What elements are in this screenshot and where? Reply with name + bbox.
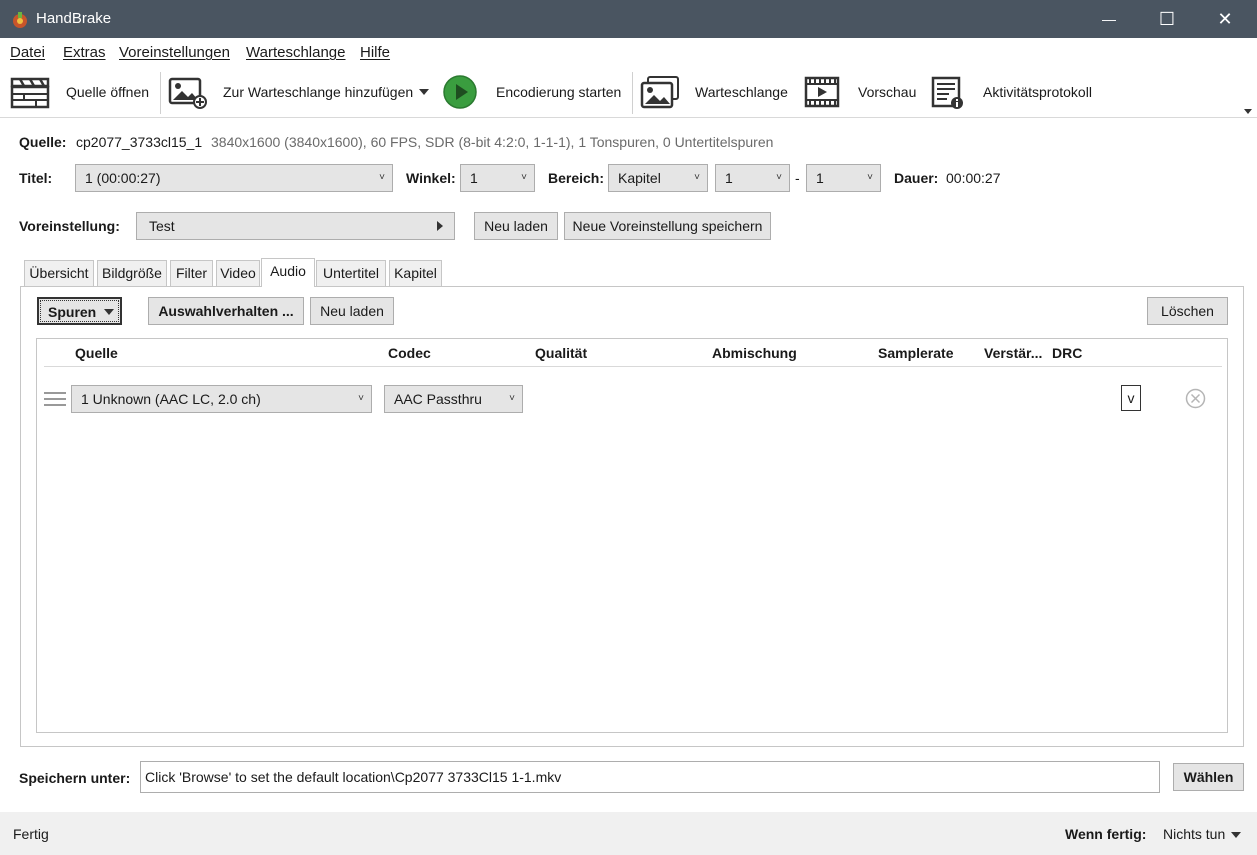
toolbar-separator xyxy=(160,72,161,114)
source-label: Quelle: xyxy=(19,134,67,150)
tab-overview[interactable]: Übersicht xyxy=(24,260,94,286)
browse-button[interactable]: Wählen xyxy=(1173,763,1244,791)
menu-datei[interactable]: Datei xyxy=(10,44,45,61)
track-source-value: 1 Unknown (AAC LC, 2.0 ch) xyxy=(81,391,261,407)
header-divider xyxy=(44,366,1222,367)
title-bar xyxy=(0,0,1257,38)
preset-select[interactable]: Test xyxy=(136,212,455,240)
track-codec-value: AAC Passthru xyxy=(394,391,482,407)
column-header-codec: Codec xyxy=(388,345,431,361)
clapperboard-icon[interactable] xyxy=(10,75,50,109)
close-icon: ✕ xyxy=(1217,8,1233,29)
when-done-select[interactable]: Nichts tun xyxy=(1163,826,1242,842)
column-header-samplerate: Samplerate xyxy=(878,345,954,361)
tracks-dropdown-button[interactable]: Spuren xyxy=(37,297,122,325)
tab-subtitles[interactable]: Untertitel xyxy=(316,260,386,286)
column-header-drc: DRC xyxy=(1052,345,1083,361)
tracks-label: Spuren xyxy=(48,304,97,320)
track-codec-select[interactable]: AAC Passthru ˅ xyxy=(384,385,523,413)
column-header-mixdown: Abmischung xyxy=(712,345,797,361)
menu-extras[interactable]: Extras xyxy=(63,44,106,61)
maximize-icon: ☐ xyxy=(1158,8,1176,29)
preset-value: Test xyxy=(149,218,175,234)
activity-log-button[interactable]: Aktivitätsprotokoll xyxy=(983,84,1092,100)
range-start-value: 1 xyxy=(725,170,733,186)
minimize-button[interactable]: — xyxy=(1080,0,1138,38)
maximize-button[interactable]: ☐ xyxy=(1138,0,1196,38)
track-extra-field[interactable]: v xyxy=(1121,385,1141,411)
angle-select[interactable]: 1 ˅ xyxy=(460,164,535,192)
menu-hilfe[interactable]: Hilfe xyxy=(360,44,390,61)
preview-button[interactable]: Vorschau xyxy=(858,84,916,100)
chevron-down-icon: ˅ xyxy=(776,172,782,183)
angle-label: Winkel: xyxy=(406,170,456,186)
window-title: HandBrake xyxy=(36,10,112,27)
range-end-select[interactable]: 1 ˅ xyxy=(806,164,881,192)
column-header-source: Quelle xyxy=(75,345,118,361)
column-header-quality: Qualität xyxy=(535,345,588,361)
open-source-button[interactable]: Quelle öffnen xyxy=(66,84,149,100)
range-type-select[interactable]: Kapitel ˅ xyxy=(608,164,708,192)
menu-voreinstellungen[interactable]: Voreinstellungen xyxy=(119,44,230,61)
add-to-queue-button[interactable]: Zur Warteschlange hinzufügen xyxy=(223,84,413,100)
tab-video[interactable]: Video xyxy=(216,260,260,286)
handbrake-logo-icon xyxy=(13,12,27,28)
save-to-label: Speichern unter: xyxy=(19,770,131,786)
source-info: 3840x1600 (3840x1600), 60 FPS, SDR (8-bi… xyxy=(211,134,774,150)
selection-behavior-button[interactable]: Auswahlverhalten ... xyxy=(148,297,304,325)
chevron-down-icon: ˅ xyxy=(521,172,527,183)
remove-track-icon[interactable] xyxy=(1185,388,1206,409)
chevron-right-icon xyxy=(437,221,443,231)
chevron-down-icon: ˅ xyxy=(509,393,515,404)
source-name: cp2077_3733cl15_1 xyxy=(76,134,203,150)
when-done-label: Wenn fertig: xyxy=(1065,826,1147,842)
range-start-select[interactable]: 1 ˅ xyxy=(715,164,790,192)
tab-picture[interactable]: Bildgröße xyxy=(97,260,167,286)
activity-log-icon[interactable] xyxy=(930,75,966,111)
title-select-value: 1 (00:00:27) xyxy=(85,170,161,186)
column-header-gain: Verstär... xyxy=(984,345,1043,361)
tab-filter[interactable]: Filter xyxy=(170,260,213,286)
play-icon[interactable] xyxy=(442,74,478,110)
when-done-value: Nichts tun xyxy=(1163,826,1226,842)
close-button[interactable]: ✕ xyxy=(1196,0,1254,38)
minimize-icon: — xyxy=(1102,11,1116,27)
tab-chapters[interactable]: Kapitel xyxy=(389,260,442,286)
chevron-down-icon: ˅ xyxy=(379,172,385,183)
range-type-value: Kapitel xyxy=(618,170,661,186)
preset-reload-button[interactable]: Neu laden xyxy=(474,212,558,240)
angle-select-value: 1 xyxy=(470,170,478,186)
output-path-input[interactable]: Click 'Browse' to set the default locati… xyxy=(140,761,1160,793)
film-preview-icon[interactable] xyxy=(804,75,840,109)
title-select[interactable]: 1 (00:00:27) ˅ xyxy=(75,164,393,192)
status-text: Fertig xyxy=(13,826,49,842)
menu-warteschlange[interactable]: Warteschlange xyxy=(246,44,346,61)
chevron-down-icon: ˅ xyxy=(358,393,364,404)
chevron-down-icon: ˅ xyxy=(694,172,700,183)
track-source-select[interactable]: 1 Unknown (AAC LC, 2.0 ch) ˅ xyxy=(71,385,372,413)
chevron-down-icon: ˅ xyxy=(867,172,873,183)
range-label: Bereich: xyxy=(548,170,605,186)
preset-label: Voreinstellung: xyxy=(19,218,120,234)
toolbar-overflow-icon[interactable] xyxy=(1243,107,1253,115)
dropdown-arrow-icon[interactable] xyxy=(418,86,430,98)
duration-value: 00:00:27 xyxy=(946,170,1001,186)
clear-tracks-button[interactable]: Löschen xyxy=(1147,297,1228,325)
duration-label: Dauer: xyxy=(894,170,939,186)
range-separator: - xyxy=(795,170,800,186)
dropdown-arrow-icon xyxy=(1231,832,1242,839)
title-label: Titel: xyxy=(19,170,53,186)
add-to-queue-icon[interactable] xyxy=(168,75,208,109)
tab-audio[interactable]: Audio xyxy=(261,258,315,287)
dropdown-arrow-icon xyxy=(104,309,114,315)
queue-button[interactable]: Warteschlange xyxy=(695,84,788,100)
start-encode-button[interactable]: Encodierung starten xyxy=(496,84,621,100)
drag-handle-icon[interactable] xyxy=(44,390,66,408)
toolbar-separator xyxy=(632,72,633,114)
save-new-preset-button[interactable]: Neue Voreinstellung speichern xyxy=(564,212,771,240)
queue-icon[interactable] xyxy=(640,75,680,109)
audio-reload-button[interactable]: Neu laden xyxy=(310,297,394,325)
range-end-value: 1 xyxy=(816,170,824,186)
